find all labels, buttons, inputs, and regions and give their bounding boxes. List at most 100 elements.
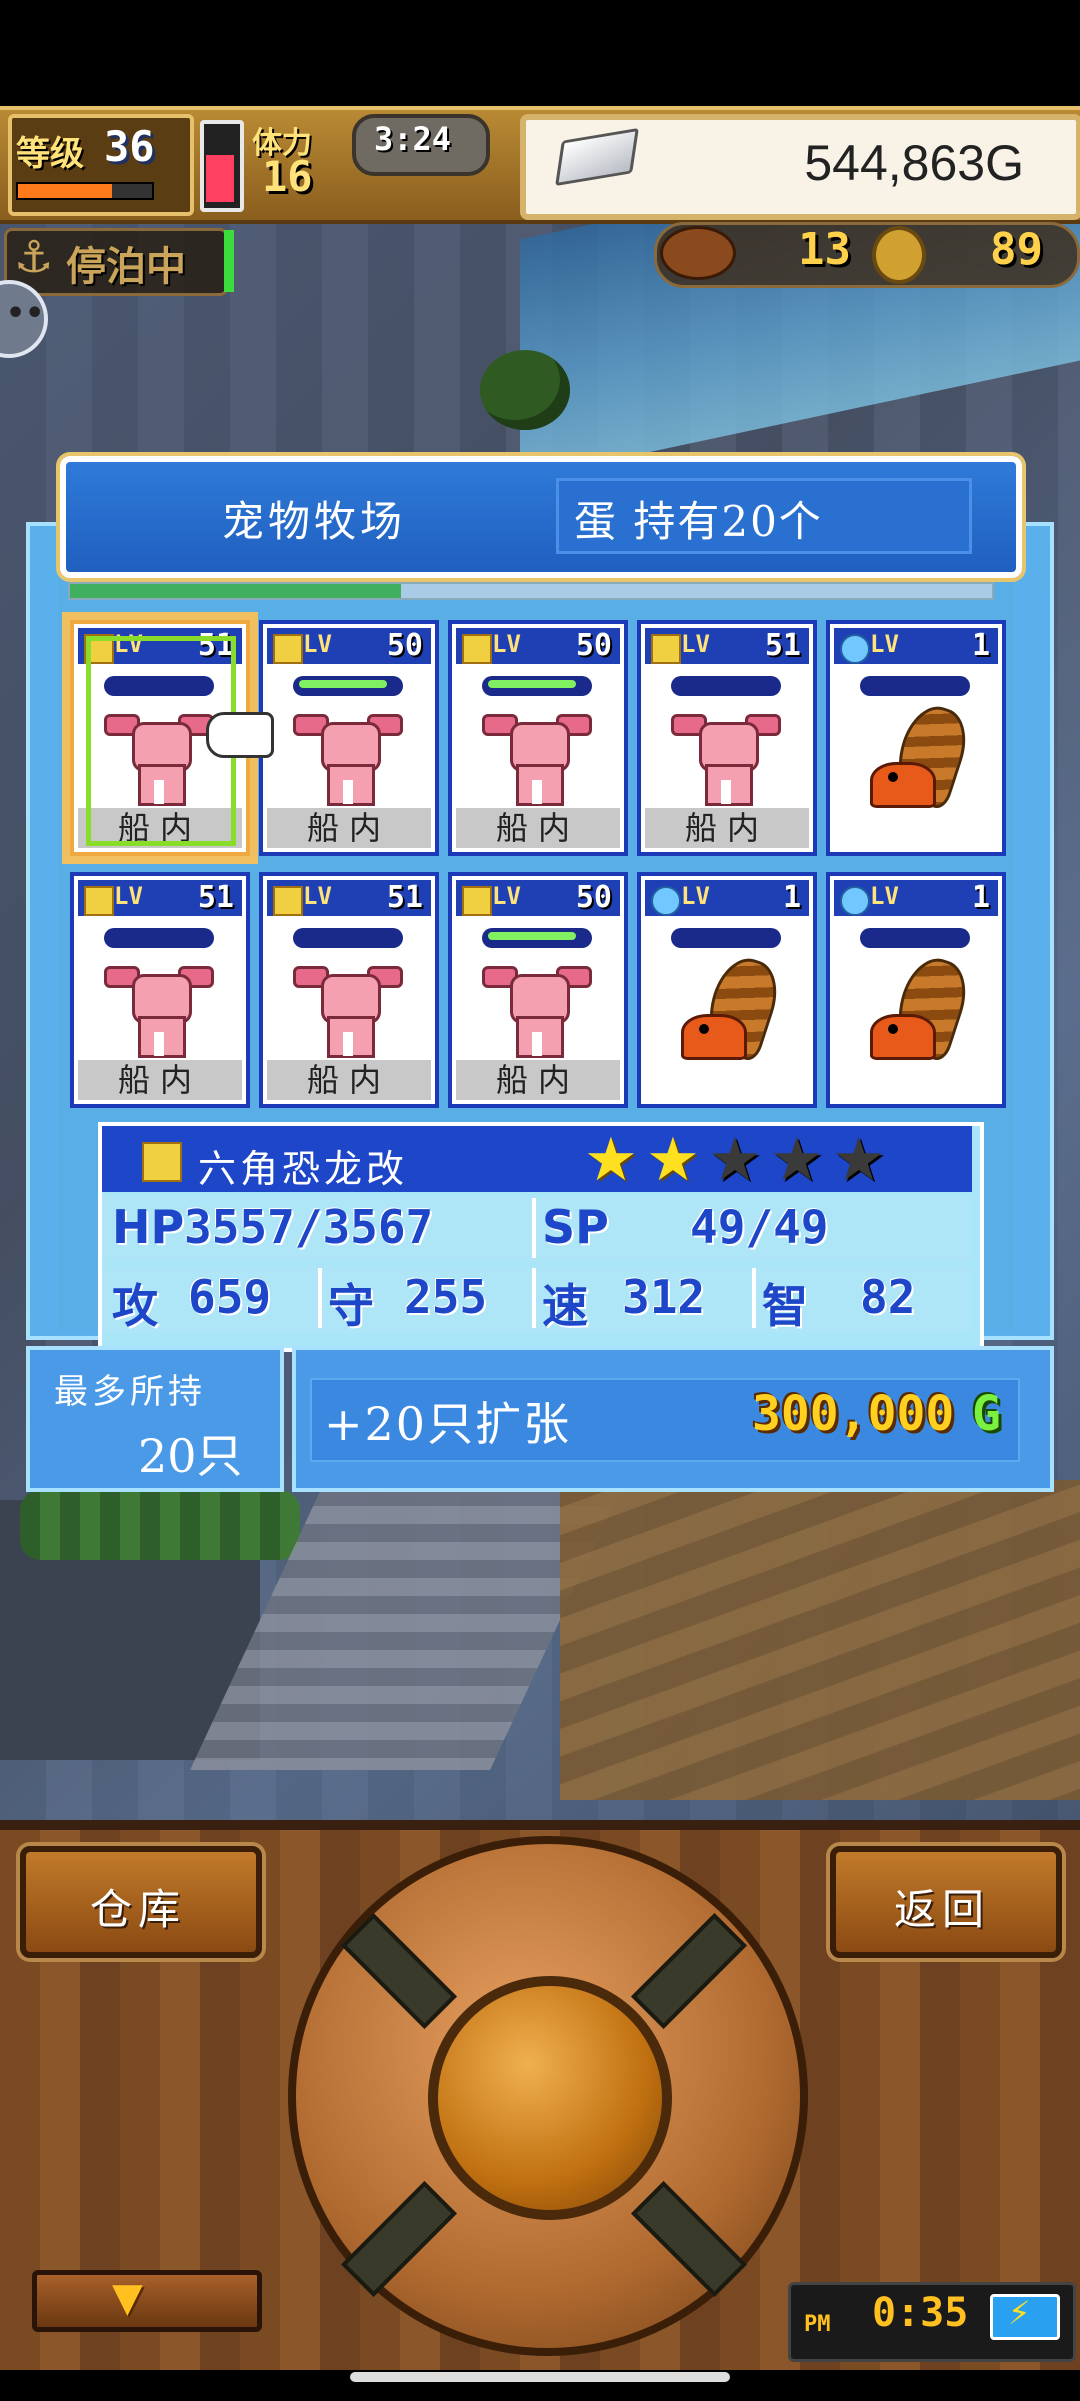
pet-level-bar: LV 51 [645,628,809,664]
pet-level: 51 [386,880,423,915]
pet-level-bar: LV 1 [645,880,809,916]
system-clock-time: 0:35 [872,2290,969,2336]
pet-level-label: LV [114,882,143,910]
scroll-down-button[interactable] [32,2270,262,2332]
pet-hp-bar [671,676,781,696]
thunder-element-icon [462,886,492,916]
action-button[interactable] [428,1976,672,2220]
pet-level-bar: LV 50 [456,880,620,916]
pet-level: 1 [782,880,801,915]
food-count: 13 [798,224,851,275]
pet-card[interactable]: LV 1 [826,872,1006,1108]
pet-card[interactable]: LV 50 船内 [448,620,628,856]
stat-divider [532,1268,536,1328]
pet-level: 51 [197,880,234,915]
pet-level-label: LV [492,882,521,910]
pet-level-bar: LV 50 [456,628,620,664]
egg-count: 蛋 持有20个 [574,497,823,546]
pet-location: 船内 [456,808,620,848]
pet-hp-bar [671,928,781,948]
star-empty-icon: ★ [832,1125,886,1195]
thunder-element-icon [84,886,114,916]
stat-divider [532,1198,536,1258]
docked-indicator [224,230,234,292]
home-indicator[interactable] [350,2372,730,2382]
system-clock-ampm: PM [804,2312,831,2337]
pet-level: 50 [386,628,423,663]
pet-hp-bar [104,928,214,948]
panel-progress-fill [70,584,401,598]
pet-card[interactable]: LV 1 [826,620,1006,856]
star-filled-icon: ★ [584,1125,638,1195]
sp-value: 49/49 [690,1200,829,1254]
level-value: 36 [104,122,155,171]
star-empty-icon: ★ [770,1125,824,1195]
pet-level-label: LV [870,630,899,658]
stat-divider [752,1268,756,1328]
attack-label: 攻 [112,1279,158,1333]
pet-location: 船内 [267,808,431,848]
stamina-gauge-fill [206,155,234,202]
hermit-crab-sprite [860,698,976,812]
pet-location: 船内 [456,1060,620,1100]
axolotl-sprite [293,952,403,1062]
intelligence-value: 82 [860,1270,916,1324]
pet-hp-fill [299,680,387,688]
axolotl-sprite [482,700,592,810]
thunder-element-icon [462,634,492,664]
pet-level-bar: LV 51 [267,880,431,916]
pet-level: 51 [764,628,801,663]
xp-bar-fill [18,184,112,198]
star-empty-icon: ★ [708,1125,762,1195]
sp-label: SP [542,1200,609,1254]
gold-amount: 544,863G [804,135,1024,191]
back-button-label: 返回 [894,1885,991,1934]
game-clock: 3:24 [374,120,452,158]
hp-label: HP [112,1200,185,1254]
pet-hp-bar [860,676,970,696]
warehouse-button-label: 仓库 [90,1885,187,1934]
pet-level-label: LV [681,630,710,658]
attack-value: 659 [188,1270,272,1324]
pet-level-label: LV [681,882,710,910]
pet-level-label: LV [870,882,899,910]
level-label: 等级 [16,134,84,174]
pet-level-bar: LV 1 [834,880,998,916]
pet-level: 1 [971,880,990,915]
coin-count: 89 [990,224,1043,275]
panel-title: 宠物牧场 [222,497,407,546]
speed-label: 速 [542,1279,588,1333]
pet-card[interactable]: LV 51 船内 [637,620,817,856]
pet-card[interactable]: LV 51 船内 [259,872,439,1108]
pet-level: 50 [575,628,612,663]
pet-level-label: LV [303,630,332,658]
pet-location: 船内 [78,1060,242,1100]
defense-value: 255 [404,1270,488,1324]
speed-value: 312 [622,1270,706,1324]
pet-level: 1 [971,628,990,663]
stat-divider [318,1268,322,1328]
star-filled-icon: ★ [646,1125,700,1195]
coin-icon [872,226,926,284]
pet-hp-fill [488,680,576,688]
max-capacity-value: 20只 [138,1429,243,1483]
stamina-value: 16 [262,152,313,201]
pet-card[interactable]: LV 50 船内 [259,620,439,856]
pet-card[interactable]: LV 50 船内 [448,872,628,1108]
charging-bolt-icon: ⚡ [1008,2294,1031,2332]
thunder-element-icon [273,886,303,916]
hand-pointer-icon [206,712,274,758]
anchor-icon: ⚓ [14,232,54,283]
expand-price-currency: G [972,1386,1001,1442]
water-element-icon [840,886,870,916]
pet-level-label: LV [492,630,521,658]
axolotl-sprite [482,952,592,1062]
pet-card[interactable]: LV 1 [637,872,817,1108]
hermit-crab-sprite [671,950,787,1064]
pet-level: 50 [575,880,612,915]
axolotl-sprite [293,700,403,810]
pet-level-bar: LV 51 [78,880,242,916]
arrow-down-icon: ▼ [112,2275,143,2321]
defense-label: 守 [328,1279,374,1333]
pet-card[interactable]: LV 51 船内 [70,872,250,1108]
